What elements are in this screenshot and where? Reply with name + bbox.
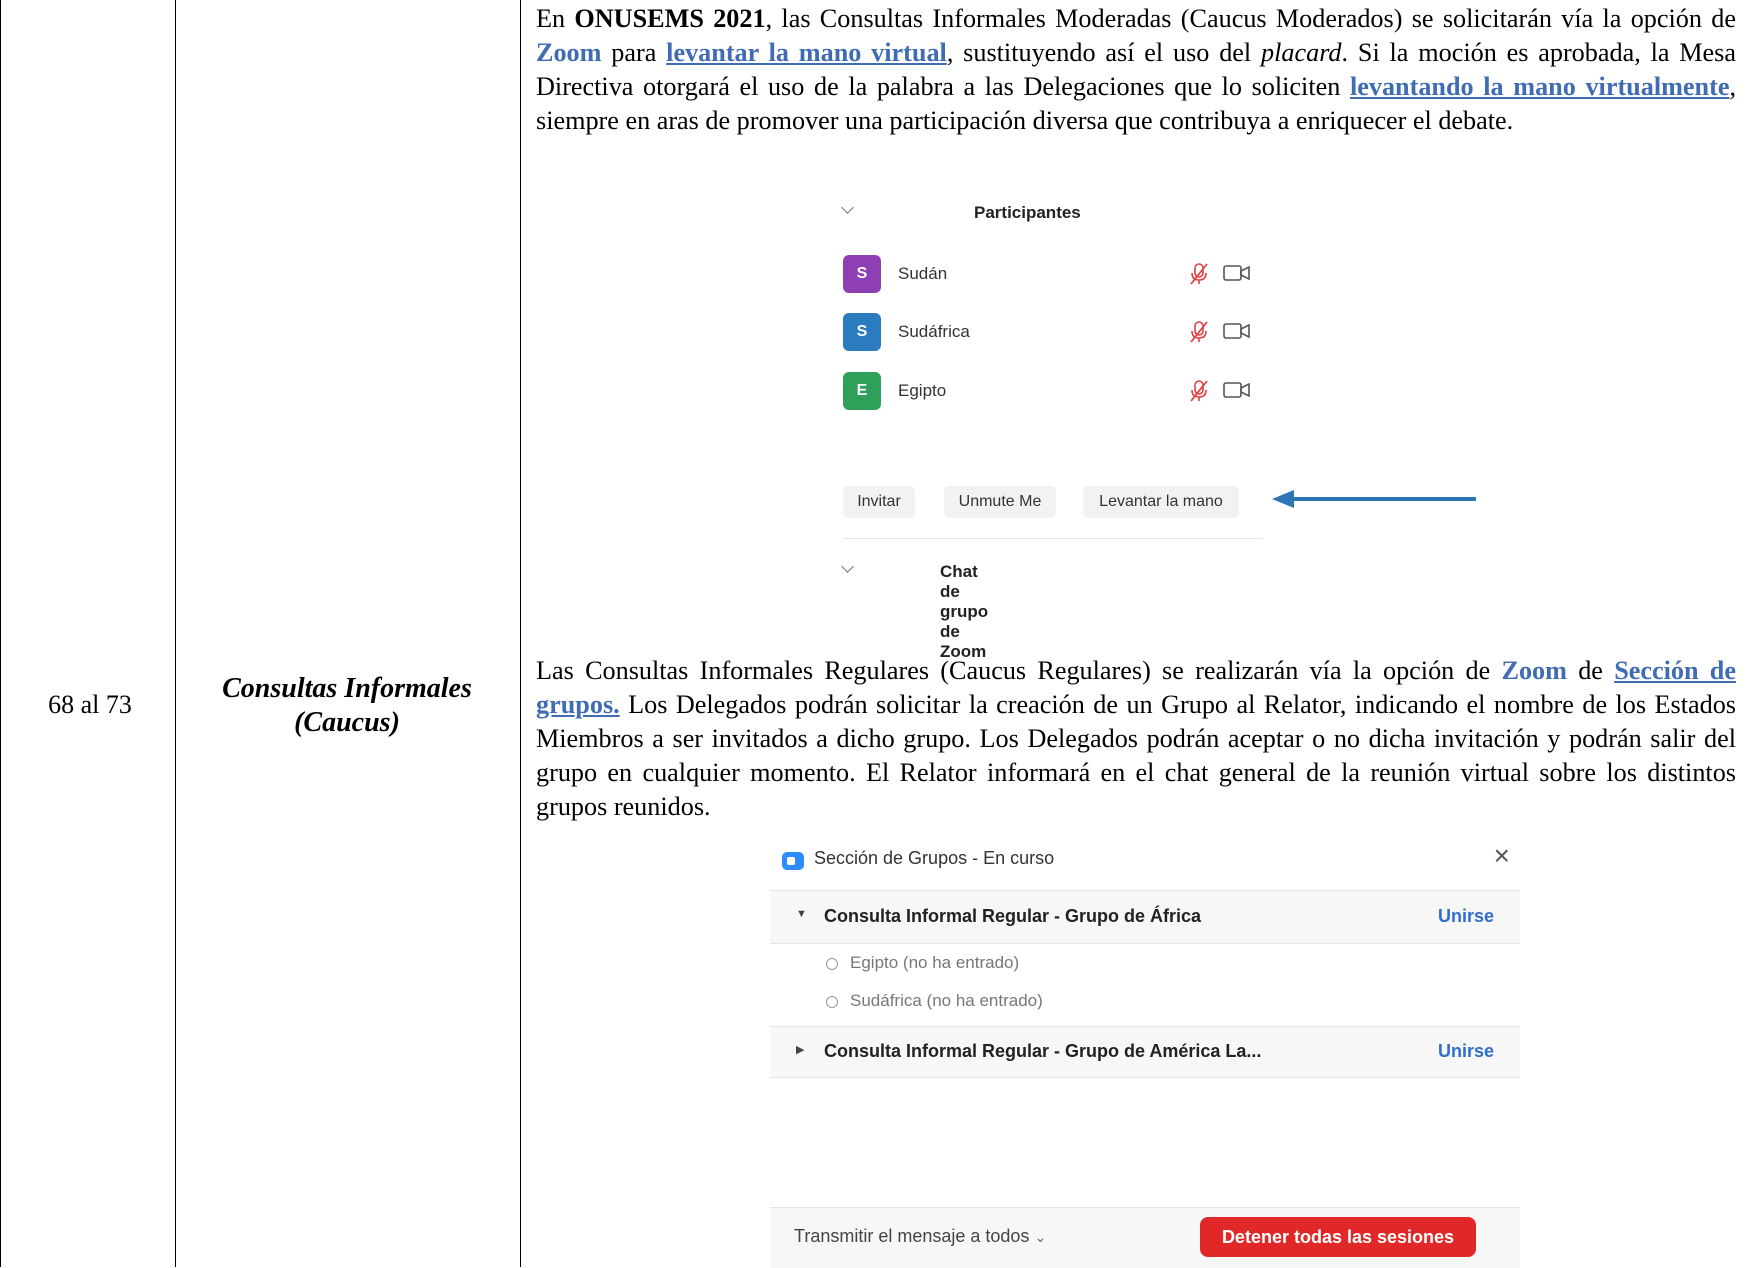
participant-name: Sudáfrica (898, 322, 970, 341)
participants-header: Participantes (974, 203, 1081, 222)
table-column-divider-1 (175, 0, 176, 1267)
panel-title-bar: Sección de Grupos - En curso × (770, 830, 1520, 884)
group-row[interactable]: ▶ Consulta Informal Regular - Grupo de A… (770, 1026, 1520, 1078)
camera-icon[interactable] (1223, 381, 1251, 399)
rule-title: Consultas Informales (Caucus) (182, 672, 512, 740)
event-name: ONUSEMS 2021 (574, 4, 766, 33)
close-icon[interactable]: × (1494, 842, 1510, 870)
group-member: Sudáfrica (no ha entrado) (850, 991, 1043, 1010)
status-circle-icon (826, 996, 838, 1008)
table-left-border (0, 0, 1, 1267)
camera-icon[interactable] (1223, 322, 1251, 340)
document-page: 68 al 73 Consultas Informales (Caucus) E… (0, 0, 1751, 1268)
text: , las Consultas Informales Moderadas (Ca… (765, 4, 1736, 33)
broadcast-label: Transmitir el mensaje a todos (794, 1226, 1030, 1246)
rule-title-line1: Consultas Informales (222, 673, 472, 704)
table-column-divider-2 (520, 0, 521, 1267)
triangle-right-icon[interactable]: ▶ (796, 1043, 804, 1056)
panel-title: Sección de Grupos - En curso (814, 848, 1055, 868)
group-name: Consulta Informal Regular - Grupo de Áfr… (824, 906, 1202, 926)
broadcast-dropdown[interactable]: Transmitir el mensaje a todos ⌄ (794, 1226, 1046, 1247)
mic-off-icon[interactable] (1188, 262, 1210, 286)
participant-name: Sudán (898, 264, 948, 283)
stop-all-sessions-button[interactable]: Detener todas las sesiones (1200, 1217, 1476, 1257)
rule-title-line2: (Caucus) (294, 707, 400, 738)
regular-caucus-paragraph: Las Consultas Informales Regulares (Cauc… (536, 654, 1736, 824)
article-range: 68 al 73 (48, 690, 132, 719)
moderated-caucus-paragraph: En ONUSEMS 2021, las Consultas Informale… (536, 2, 1736, 138)
unmute-me-button[interactable]: Unmute Me (944, 486, 1056, 518)
chevron-down-icon[interactable] (841, 201, 854, 214)
join-button[interactable]: Unirse (1438, 1041, 1494, 1062)
text: para (601, 38, 667, 67)
group-member: Egipto (no ha entrado) (850, 953, 1020, 972)
zoom-logo-icon (782, 852, 804, 870)
chat-header: Chat de grupo de Zoom (940, 562, 989, 661)
text: Las Consultas Informales Regulares (Cauc… (536, 656, 1502, 685)
triangle-down-icon[interactable]: ▼ (796, 908, 807, 920)
participant-name: Egipto (898, 381, 947, 400)
mic-off-icon[interactable] (1188, 379, 1210, 403)
text: de (1566, 656, 1615, 685)
avatar: S (843, 313, 881, 351)
avatar: S (843, 255, 881, 293)
text: Los Delegados podrán solicitar la creaci… (536, 690, 1736, 821)
invite-button[interactable]: Invitar (843, 486, 915, 518)
zoom-term: Zoom (536, 38, 602, 67)
text: , sustituyendo así el uso del (946, 38, 1262, 67)
placard-term: placard (1261, 38, 1342, 67)
raise-hand-virtually-link[interactable]: levantando la mano virtualmente (1350, 72, 1730, 101)
group-name: Consulta Informal Regular - Grupo de Amé… (824, 1041, 1262, 1061)
chevron-down-icon: ⌄ (1034, 1229, 1047, 1245)
camera-icon[interactable] (1223, 264, 1251, 282)
text: En (536, 4, 575, 33)
group-row[interactable]: ▼ Consulta Informal Regular - Grupo de Á… (770, 890, 1520, 944)
join-button[interactable]: Unirse (1438, 906, 1494, 927)
panel-footer: Transmitir el mensaje a todos ⌄ Detener … (770, 1207, 1520, 1268)
zoom-term: Zoom (1501, 656, 1567, 685)
chevron-down-icon[interactable] (841, 560, 854, 573)
breakout-rooms-panel: Sección de Grupos - En curso × ▼ Consult… (770, 830, 1520, 1268)
mic-off-icon[interactable] (1188, 320, 1210, 344)
status-circle-icon (826, 958, 838, 970)
avatar: E (843, 372, 881, 410)
panel-divider (843, 538, 1263, 539)
arrow-left-icon (1272, 490, 1476, 508)
raise-hand-link[interactable]: levantar la mano virtual (666, 38, 947, 67)
raise-hand-button[interactable]: Levantar la mano (1083, 486, 1239, 518)
